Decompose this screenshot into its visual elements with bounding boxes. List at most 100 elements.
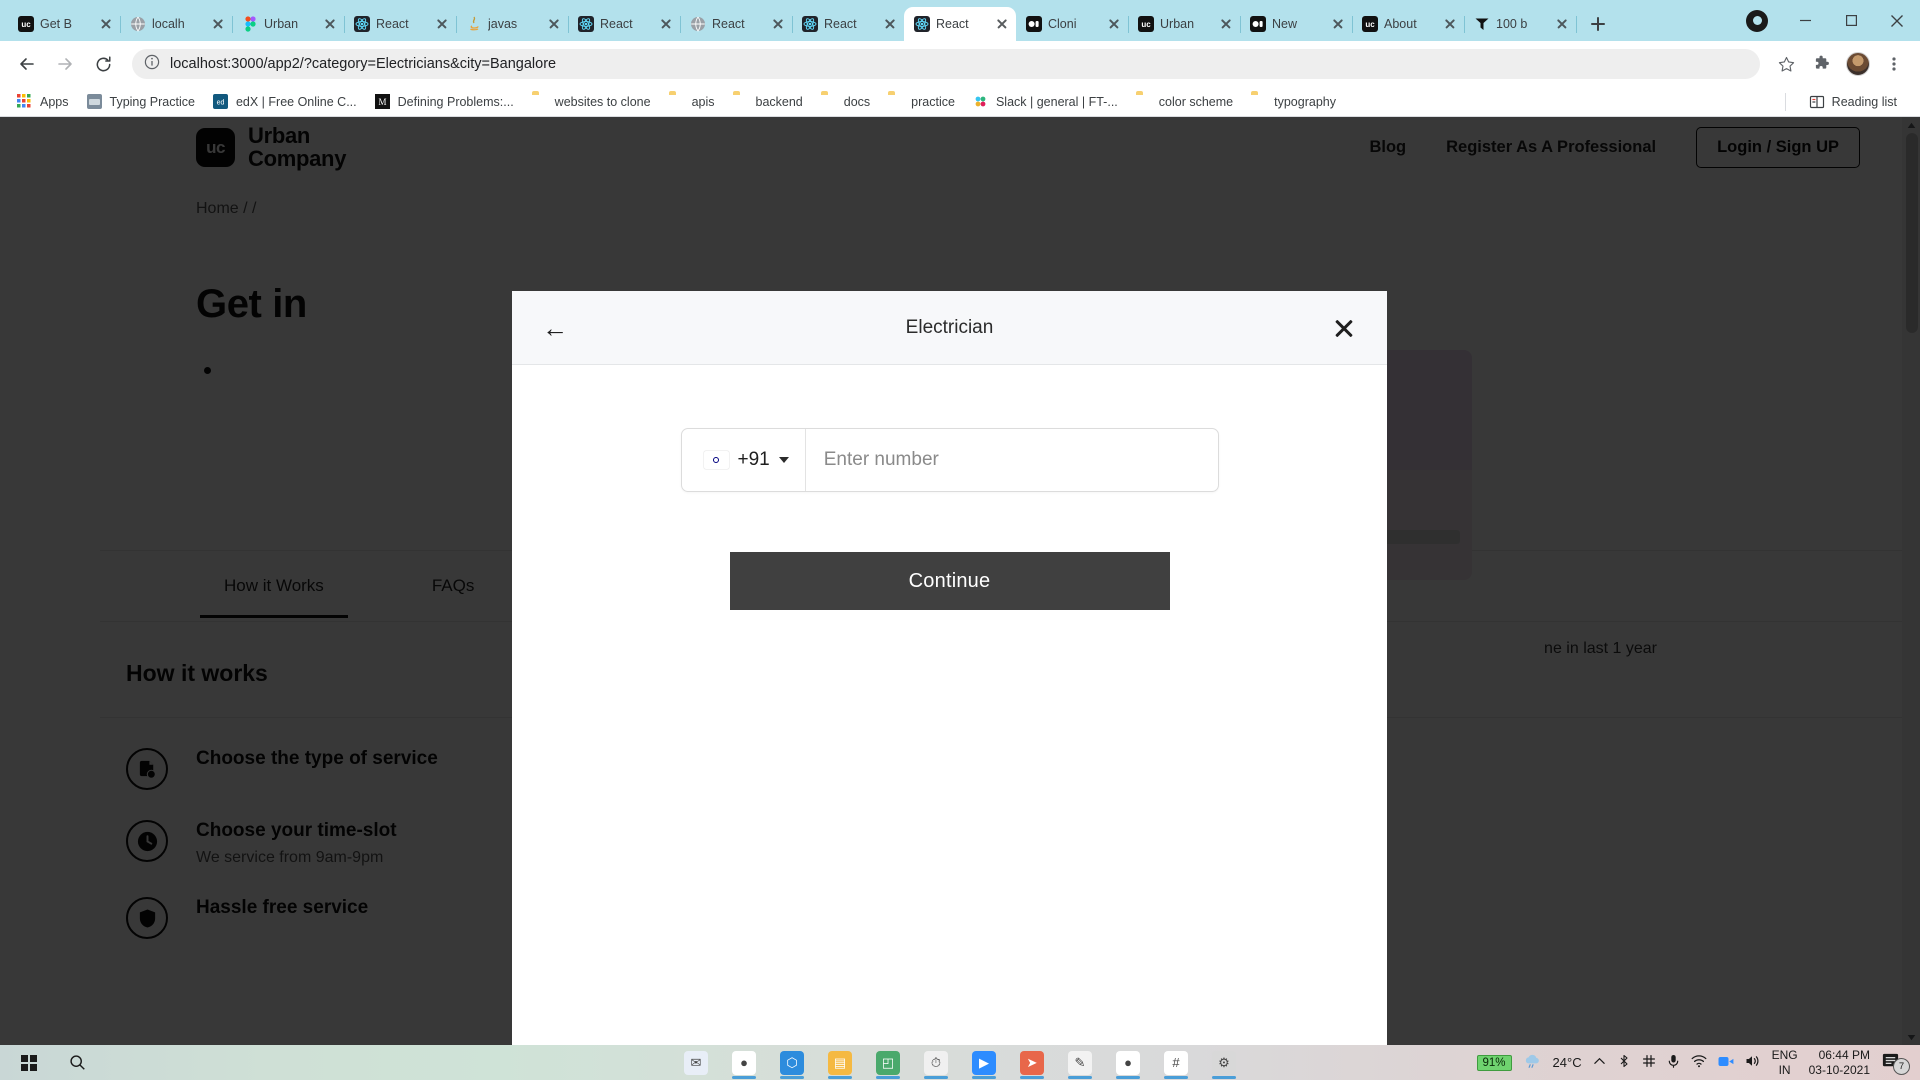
site-info-icon[interactable] — [144, 54, 160, 75]
chrome-active-icon[interactable]: ● — [1108, 1046, 1148, 1079]
bookmark-item[interactable]: docs — [812, 91, 879, 113]
bluetooth-icon[interactable] — [1617, 1054, 1631, 1071]
bookmark-item[interactable]: Typing Practice — [78, 91, 204, 113]
bookmark-item[interactable]: backend — [724, 91, 812, 113]
back-button[interactable] — [10, 47, 44, 81]
tab-close-icon[interactable] — [98, 16, 114, 32]
language-line-2: IN — [1772, 1063, 1798, 1078]
tab-close-icon[interactable] — [994, 16, 1010, 32]
bookmark-item[interactable]: Apps — [8, 91, 78, 113]
browser-tab[interactable]: javas — [456, 7, 568, 41]
browser-tab[interactable]: localh — [120, 7, 232, 41]
chrome-active-icon-glyph: ● — [1116, 1051, 1140, 1075]
forward-button[interactable] — [48, 47, 82, 81]
minimize-button[interactable] — [1782, 0, 1828, 41]
reading-list-button[interactable]: Reading list — [1800, 91, 1906, 113]
browser-tab[interactable]: React — [792, 7, 904, 41]
clock[interactable]: 06:44 PM 03-10-2021 — [1809, 1048, 1870, 1078]
browser-tab[interactable]: New — [1240, 7, 1352, 41]
maximize-button[interactable] — [1828, 0, 1874, 41]
bookmark-item[interactable]: apis — [660, 91, 724, 113]
bookmark-star-icon[interactable] — [1770, 48, 1802, 80]
tab-close-icon[interactable] — [770, 16, 786, 32]
tab-close-icon[interactable] — [434, 16, 450, 32]
bookmark-item[interactable]: MDefining Problems:... — [366, 91, 523, 113]
file-explorer-icon[interactable]: ▤ — [820, 1046, 860, 1079]
photos-icon[interactable]: ◰ — [868, 1046, 908, 1079]
browser-tab-label: Get B — [40, 17, 92, 31]
language-indicator[interactable]: ENG IN — [1772, 1048, 1798, 1078]
taskbar-search-icon[interactable] — [52, 1045, 102, 1080]
browser-tab[interactable]: ucUrban — [1128, 7, 1240, 41]
chevron-up-icon[interactable] — [1593, 1055, 1606, 1071]
clock-app-icon[interactable]: ⏱ — [916, 1046, 956, 1079]
tab-close-icon[interactable] — [1106, 16, 1122, 32]
tab-close-icon[interactable] — [1218, 16, 1234, 32]
tab-close-icon[interactable] — [1554, 16, 1570, 32]
folder-icon — [669, 94, 685, 110]
bookmarks-divider — [1785, 93, 1786, 111]
volume-icon[interactable] — [1745, 1054, 1761, 1071]
zoom-icon-glyph: ▶ — [972, 1051, 996, 1075]
notifications-button[interactable]: 7 — [1881, 1051, 1910, 1075]
zoom-tray-icon[interactable] — [1718, 1055, 1734, 1071]
browser-tab[interactable]: Cloni — [1016, 7, 1128, 41]
close-window-button[interactable] — [1874, 0, 1920, 41]
continue-button[interactable]: Continue — [730, 552, 1170, 610]
browser-tab[interactable]: Urban — [232, 7, 344, 41]
browser-tab[interactable]: React — [904, 7, 1016, 41]
reading-list-area: Reading list — [1785, 91, 1912, 113]
bookmark-item[interactable]: typography — [1242, 91, 1345, 113]
tab-close-icon[interactable] — [210, 16, 226, 32]
browser-tab-label: React — [936, 17, 988, 31]
bookmark-item[interactable]: ededX | Free Online C... — [204, 91, 366, 113]
browser-tab[interactable]: 100 b — [1464, 7, 1576, 41]
browser-tab[interactable]: ucAbout — [1352, 7, 1464, 41]
reload-button[interactable] — [86, 47, 120, 81]
slack-icon[interactable]: # — [1156, 1046, 1196, 1079]
start-button[interactable] — [6, 1045, 52, 1080]
notification-count: 7 — [1893, 1058, 1910, 1075]
settings-icon[interactable]: ⚙ — [1204, 1046, 1244, 1079]
address-bar[interactable]: localhost:3000/app2/?category=Electricia… — [132, 49, 1760, 79]
mic-icon[interactable] — [1667, 1054, 1680, 1071]
battery-indicator[interactable]: 91% — [1477, 1055, 1512, 1071]
bookmark-item[interactable]: color scheme — [1127, 91, 1242, 113]
browser-tab[interactable]: React — [344, 7, 456, 41]
close-icon[interactable] — [1331, 315, 1357, 341]
compass-icon[interactable]: ➤ — [1012, 1046, 1052, 1079]
profile-badge[interactable] — [1746, 10, 1768, 32]
video-icon — [1026, 16, 1042, 32]
wifi-icon[interactable] — [1691, 1054, 1707, 1071]
tab-close-icon[interactable] — [1442, 16, 1458, 32]
tab-close-icon[interactable] — [658, 16, 674, 32]
chrome-icon[interactable]: ● — [724, 1046, 764, 1079]
chrome-menu-icon[interactable] — [1878, 48, 1910, 80]
browser-tab[interactable]: React — [680, 7, 792, 41]
rain-cloud-icon[interactable] — [1523, 1052, 1542, 1074]
bookmark-item[interactable]: practice — [879, 91, 964, 113]
tab-close-icon[interactable] — [1330, 16, 1346, 32]
browser-tab[interactable]: ucGet B — [8, 7, 120, 41]
bookmarks-bar: Apps Typing Practice ededX | Free Online C… — [0, 87, 1920, 117]
profile-avatar[interactable] — [1842, 48, 1874, 80]
tab-separator — [1576, 16, 1577, 33]
phone-number-field[interactable]: +91 — [681, 428, 1219, 492]
bookmark-label: Typing Practice — [110, 95, 195, 109]
country-code-selector[interactable]: +91 — [682, 429, 806, 491]
browser-tab[interactable]: React — [568, 7, 680, 41]
zoom-icon[interactable]: ▶ — [964, 1046, 1004, 1079]
tab-close-icon[interactable] — [546, 16, 562, 32]
new-tab-button[interactable] — [1584, 10, 1612, 38]
bookmark-item[interactable]: Slack | general | FT-... — [964, 91, 1127, 113]
phone-number-input[interactable] — [806, 429, 1218, 491]
back-arrow-icon[interactable]: ← — [542, 315, 568, 341]
paint-icon[interactable]: ✎ — [1060, 1046, 1100, 1079]
tab-close-icon[interactable] — [882, 16, 898, 32]
slack-tray-icon[interactable] — [1642, 1054, 1656, 1071]
bookmark-item[interactable]: websites to clone — [523, 91, 660, 113]
vscode-icon[interactable]: ⬡ — [772, 1046, 812, 1079]
tab-close-icon[interactable] — [322, 16, 338, 32]
extensions-icon[interactable] — [1806, 48, 1838, 80]
mail-icon[interactable]: ✉ — [676, 1046, 716, 1079]
